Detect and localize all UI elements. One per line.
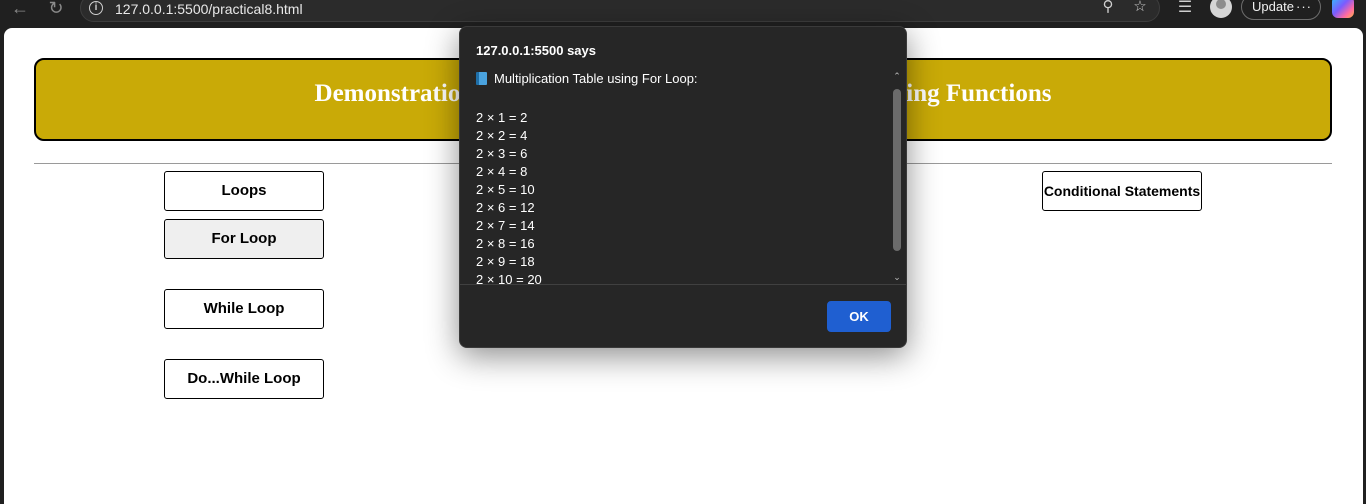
dialog-message-area[interactable]: Multiplication Table using For Loop: 2 ×… — [460, 69, 906, 284]
zoom-icon[interactable]: ⚲ — [1099, 0, 1117, 17]
scroll-thumb[interactable] — [893, 89, 901, 251]
more-menu-icon[interactable]: ··· — [1296, 0, 1312, 19]
profile-avatar[interactable] — [1210, 0, 1232, 18]
dialog-heading-text: Multiplication Table using For Loop: — [494, 71, 698, 86]
scroll-up-icon[interactable]: ⌃ — [891, 71, 903, 81]
update-label: Update — [1252, 0, 1294, 14]
table-line: 2 × 3 = 6 — [476, 146, 528, 161]
favorites-list-icon[interactable]: ☰ — [1174, 0, 1196, 20]
table-line: 2 × 10 = 20 — [476, 272, 542, 284]
table-lines: 2 × 1 = 2 2 × 2 = 4 2 × 3 = 6 2 × 4 = 8 … — [476, 109, 542, 284]
table-line: 2 × 4 = 8 — [476, 164, 528, 179]
ok-button[interactable]: OK — [827, 301, 891, 332]
conditional-statements-button[interactable]: Conditional Statements — [1042, 171, 1202, 211]
reload-icon[interactable]: ↻ — [44, 0, 68, 18]
table-line: 2 × 1 = 2 — [476, 110, 528, 125]
do-while-loop-button[interactable]: Do...While Loop — [164, 359, 324, 399]
table-line: 2 × 7 = 14 — [476, 218, 535, 233]
for-loop-button[interactable]: For Loop — [164, 219, 324, 259]
url-text[interactable]: 127.0.0.1:5500/practical8.html — [115, 1, 303, 17]
favorite-star-icon[interactable]: ☆ — [1131, 0, 1149, 17]
dialog-title: 127.0.0.1:5500 says — [476, 43, 596, 58]
book-icon — [476, 72, 487, 85]
address-bar[interactable]: i 127.0.0.1:5500/practical8.html ⚲ ☆ — [80, 0, 1160, 22]
update-button[interactable]: Update ··· — [1241, 0, 1321, 20]
table-line: 2 × 2 = 4 — [476, 128, 528, 143]
table-line: 2 × 9 = 18 — [476, 254, 535, 269]
loops-button[interactable]: Loops — [164, 171, 324, 211]
dialog-scrollbar[interactable]: ⌃ ⌄ — [891, 69, 903, 284]
browser-toolbar: ← ↻ i 127.0.0.1:5500/practical8.html ⚲ ☆… — [0, 0, 1366, 28]
back-arrow-icon[interactable]: ← — [8, 0, 32, 18]
alert-dialog: 127.0.0.1:5500 says Multiplication Table… — [459, 26, 907, 348]
dialog-heading: Multiplication Table using For Loop: — [476, 71, 698, 86]
table-line: 2 × 8 = 16 — [476, 236, 535, 251]
table-line: 2 × 6 = 12 — [476, 200, 535, 215]
site-info-icon[interactable]: i — [89, 1, 103, 15]
table-line: 2 × 5 = 10 — [476, 182, 535, 197]
copilot-icon[interactable] — [1332, 0, 1354, 18]
while-loop-button[interactable]: While Loop — [164, 289, 324, 329]
scroll-down-icon[interactable]: ⌄ — [891, 272, 903, 282]
dialog-divider — [460, 284, 906, 285]
